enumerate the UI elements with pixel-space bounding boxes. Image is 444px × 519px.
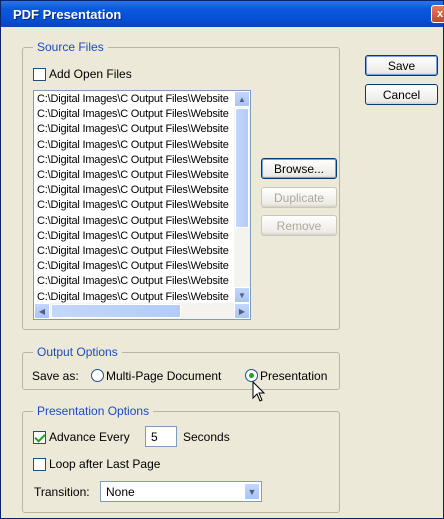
loop-after-last-page-label: Loop after Last Page [49,457,161,471]
browse-button[interactable]: Browse... [261,158,337,179]
horizontal-scroll-thumb[interactable] [51,304,181,318]
window-title: PDF Presentation [13,7,122,22]
file-list-item[interactable]: C:\Digital Images\C Output Files\Website [37,215,229,230]
multi-page-document-label: Multi-Page Document [106,369,222,383]
save-button[interactable]: Save [365,55,438,76]
scroll-left-icon[interactable]: ◀ [34,303,50,319]
mouse-cursor-icon [252,381,266,402]
file-list-item[interactable]: C:\Digital Images\C Output Files\Website [37,93,229,108]
multi-page-document-radio[interactable] [91,369,104,382]
dropdown-arrow-icon[interactable]: ▼ [244,483,260,500]
source-files-legend: Source Files [33,40,108,54]
scroll-up-icon[interactable]: ▲ [234,91,250,107]
remove-button[interactable]: Remove [261,215,337,236]
save-as-label: Save as: [32,369,79,383]
transition-label: Transition: [34,485,90,499]
close-button[interactable]: x [431,5,444,23]
close-icon: x [436,8,444,20]
presentation-options-legend: Presentation Options [33,404,154,418]
file-list-item[interactable]: C:\Digital Images\C Output Files\Website [37,184,229,199]
vertical-scroll-thumb[interactable] [235,108,249,228]
pdf-presentation-dialog: PDF Presentation x Source Files Add Open… [0,0,444,519]
file-list-item[interactable]: C:\Digital Images\C Output Files\Website [37,108,229,123]
file-list-item[interactable]: C:\Digital Images\C Output Files\Website [37,275,229,290]
source-files-list[interactable]: C:\Digital Images\C Output Files\Website… [33,90,251,320]
advance-every-label: Advance Every [49,430,130,444]
seconds-label: Seconds [183,430,230,444]
loop-after-last-page-checkbox[interactable] [33,458,46,471]
file-list-item[interactable]: C:\Digital Images\C Output Files\Website [37,199,229,214]
file-list-item[interactable]: C:\Digital Images\C Output Files\Website [37,123,229,138]
scroll-down-icon[interactable]: ▼ [234,287,250,303]
presentation-label: Presentation [260,369,328,383]
file-list-item[interactable]: C:\Digital Images\C Output Files\Website [37,245,229,260]
advance-every-checkbox[interactable] [33,431,46,444]
add-open-files-label: Add Open Files [49,67,132,81]
cancel-button[interactable]: Cancel [365,84,438,105]
transition-value: None [106,484,135,499]
advance-seconds-input[interactable]: 5 [145,426,177,447]
title-bar[interactable]: PDF Presentation x [1,1,444,27]
vertical-scrollbar[interactable]: ▲ ▼ [234,91,250,303]
add-open-files-checkbox[interactable] [33,68,46,81]
file-list-item[interactable]: C:\Digital Images\C Output Files\Website [37,230,229,245]
file-list-item[interactable]: C:\Digital Images\C Output Files\Website [37,260,229,275]
file-list-item[interactable]: C:\Digital Images\C Output Files\Website [37,169,229,184]
file-list-item[interactable]: C:\Digital Images\C Output Files\Website [37,154,229,169]
duplicate-button[interactable]: Duplicate [261,187,337,208]
transition-select[interactable]: None ▼ [100,481,262,502]
scroll-right-icon[interactable]: ▶ [234,303,250,319]
output-options-legend: Output Options [33,345,122,359]
file-list-item[interactable]: C:\Digital Images\C Output Files\Website [37,139,229,154]
horizontal-scrollbar[interactable]: ◀ ▶ [34,303,250,319]
